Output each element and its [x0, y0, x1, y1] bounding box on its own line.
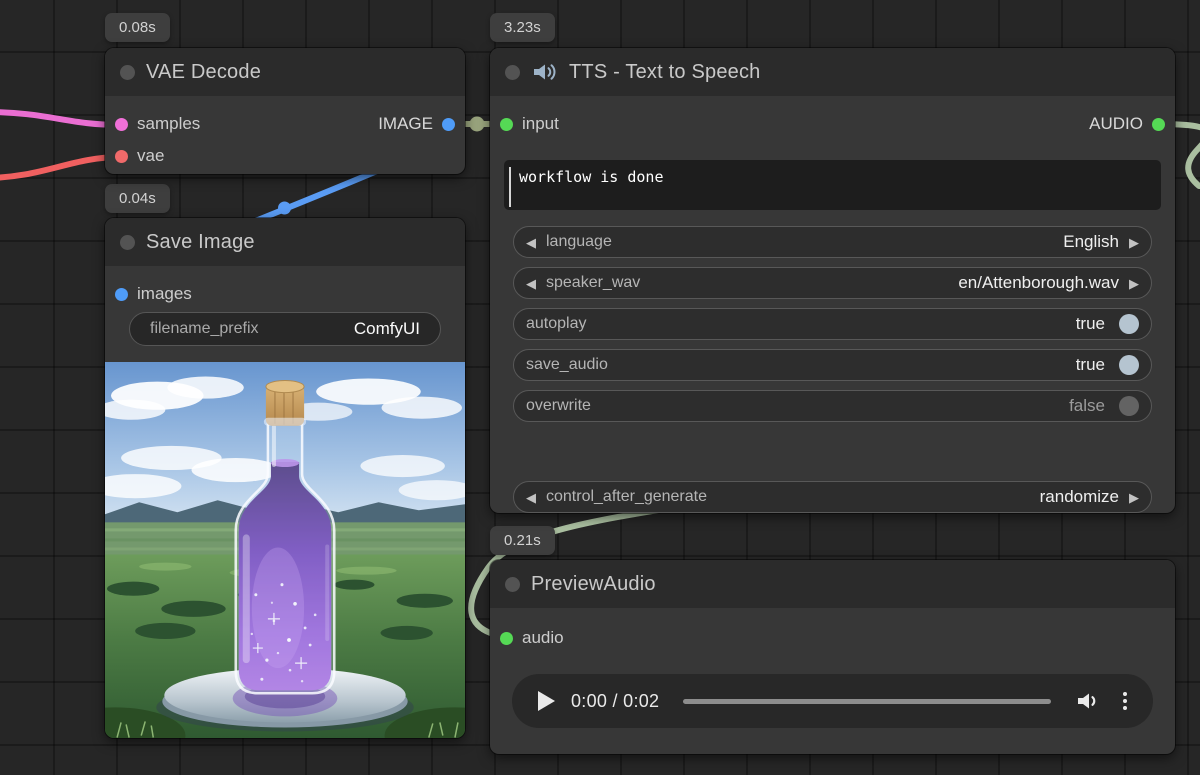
input-port-images[interactable] — [115, 288, 128, 301]
exec-time-badge-vae-decode: 0.08s — [105, 13, 170, 42]
exec-time-badge-save-image: 0.04s — [105, 184, 170, 213]
node-header[interactable]: VAE Decode — [105, 48, 465, 96]
image-preview — [105, 362, 465, 738]
input-port-input[interactable] — [500, 118, 513, 131]
audio-progress-bar[interactable] — [683, 699, 1051, 704]
widget-save-audio[interactable]: save_audio true — [513, 349, 1152, 381]
output-port-image[interactable] — [442, 118, 455, 131]
input-port-vae[interactable] — [115, 150, 128, 163]
node-header[interactable]: PreviewAudio — [490, 560, 1175, 608]
widget-speaker-wav[interactable]: ◀ speaker_wav en/Attenborough.wav ▶ — [513, 267, 1152, 299]
decrement-arrow-icon[interactable]: ◀ — [526, 491, 536, 504]
node-header[interactable]: TTS - Text to Speech — [490, 48, 1175, 96]
node-header[interactable]: Save Image — [105, 218, 465, 266]
port-row: audio — [490, 622, 1175, 654]
node-graph-canvas[interactable]: 0.08s 0.04s 3.23s 0.21s VAE Decode sampl… — [0, 0, 1200, 775]
input-label-images: images — [137, 284, 192, 304]
output-label-image: IMAGE — [378, 114, 433, 134]
output-label-audio: AUDIO — [1089, 114, 1143, 134]
port-row: vae — [105, 140, 465, 172]
audio-player[interactable]: 0:00 / 0:02 — [512, 674, 1153, 728]
input-port-samples[interactable] — [115, 118, 128, 131]
increment-arrow-icon[interactable]: ▶ — [1129, 491, 1139, 504]
widget-label: language — [546, 233, 612, 251]
exec-time-badge-preview-audio: 0.21s — [490, 526, 555, 555]
toggle-knob[interactable] — [1119, 355, 1139, 375]
widget-value: true — [1076, 355, 1105, 375]
wire-latent[interactable] — [0, 112, 121, 125]
increment-arrow-icon[interactable]: ▶ — [1129, 236, 1139, 249]
toggle-knob[interactable] — [1119, 314, 1139, 334]
widget-label: overwrite — [526, 397, 591, 415]
collapse-dot-icon[interactable] — [505, 577, 520, 592]
node-vae-decode[interactable]: VAE Decode samples IMAGE vae — [105, 48, 465, 174]
input-label-audio: audio — [522, 628, 564, 648]
node-tts[interactable]: TTS - Text to Speech input AUDIO workflo… — [490, 48, 1175, 513]
wire-vae[interactable] — [0, 157, 121, 178]
speaker-sound-icon — [531, 60, 558, 84]
widget-label: filename_prefix — [150, 320, 259, 338]
increment-arrow-icon[interactable]: ▶ — [1129, 277, 1139, 290]
input-label-vae: vae — [137, 146, 164, 166]
node-title: TTS - Text to Speech — [569, 61, 761, 84]
kebab-menu-icon[interactable] — [1117, 692, 1133, 710]
text-input-value: workflow is done — [519, 168, 664, 186]
exec-time-badge-tts: 3.23s — [490, 13, 555, 42]
widget-value: false — [1069, 396, 1105, 416]
widget-value: en/Attenborough.wav — [958, 273, 1119, 293]
output-port-audio[interactable] — [1152, 118, 1165, 131]
input-label-input: input — [522, 114, 559, 134]
widget-label: autoplay — [526, 315, 587, 333]
input-port-audio[interactable] — [500, 632, 513, 645]
widget-value: English — [1063, 232, 1119, 252]
text-input[interactable]: workflow is done — [504, 160, 1161, 210]
collapse-dot-icon[interactable] — [505, 65, 520, 80]
widget-label: speaker_wav — [546, 274, 640, 292]
widget-value: true — [1076, 314, 1105, 334]
toggle-knob[interactable] — [1119, 396, 1139, 416]
port-row: images — [105, 278, 465, 310]
bottle-photo — [105, 362, 465, 738]
volume-icon[interactable] — [1075, 689, 1101, 713]
widget-value: randomize — [1040, 487, 1119, 507]
link-midpoint-dot-mixed[interactable] — [470, 117, 485, 132]
input-label-samples: samples — [137, 114, 200, 134]
node-preview-audio[interactable]: PreviewAudio audio 0:00 / 0:02 — [490, 560, 1175, 754]
widget-value: ComfyUI — [354, 319, 420, 339]
widget-autoplay[interactable]: autoplay true — [513, 308, 1152, 340]
widget-label: save_audio — [526, 356, 608, 374]
widget-overwrite[interactable]: overwrite false — [513, 390, 1152, 422]
text-cursor — [509, 167, 511, 207]
link-midpoint-dot-image[interactable] — [278, 202, 291, 215]
widget-filename-prefix[interactable]: filename_prefix ComfyUI — [129, 312, 441, 346]
decrement-arrow-icon[interactable]: ◀ — [526, 236, 536, 249]
port-row: samples IMAGE — [105, 108, 465, 140]
port-row: input AUDIO — [490, 108, 1175, 140]
node-title: PreviewAudio — [531, 573, 656, 596]
widget-control-after-generate[interactable]: ◀ control_after_generate randomize ▶ — [513, 481, 1152, 513]
widget-language[interactable]: ◀ language English ▶ — [513, 226, 1152, 258]
node-save-image[interactable]: Save Image images filename_prefix ComfyU… — [105, 218, 465, 738]
node-title: VAE Decode — [146, 61, 261, 84]
widget-label: control_after_generate — [546, 488, 707, 506]
audio-time: 0:00 / 0:02 — [571, 691, 659, 712]
node-title: Save Image — [146, 231, 255, 254]
play-button[interactable] — [538, 691, 555, 711]
decrement-arrow-icon[interactable]: ◀ — [526, 277, 536, 290]
collapse-dot-icon[interactable] — [120, 65, 135, 80]
collapse-dot-icon[interactable] — [120, 235, 135, 250]
